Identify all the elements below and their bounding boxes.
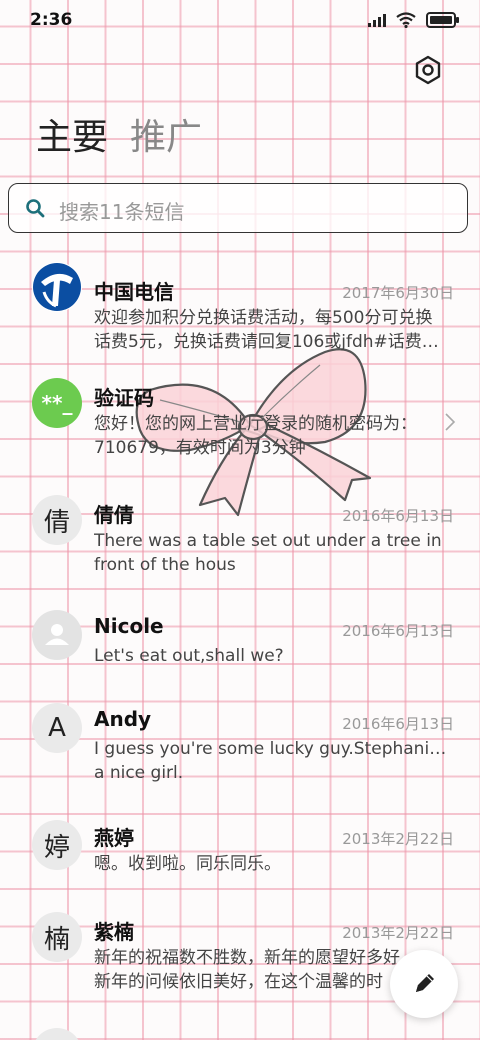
tab-promotions[interactable]: 推广 bbox=[130, 108, 202, 160]
wifi-icon bbox=[396, 12, 416, 28]
list-item[interactable] bbox=[0, 1028, 480, 1040]
signal-icon bbox=[368, 13, 386, 27]
status-icons bbox=[368, 12, 459, 28]
avatar: A bbox=[32, 703, 82, 753]
contact-name: 倩倩 bbox=[94, 503, 134, 527]
search-placeholder: 搜索11条短信 bbox=[59, 200, 185, 224]
message-preview: 欢迎参加积分兑换话费活动，每500分可兑换 话费5元，兑换话费请回复106或jf… bbox=[94, 308, 439, 352]
message-preview: There was a table set out under a tree i… bbox=[94, 531, 442, 575]
list-item[interactable]: **_ 验证码 您好！您的网上营业厅登录的随机密码为： 710679，有效时间为… bbox=[0, 378, 480, 468]
tab-bar: 主要 推广 bbox=[36, 108, 202, 160]
contact-name: Andy bbox=[94, 707, 152, 731]
list-item[interactable]: 倩 倩倩 2016年6月13日 There was a table set ou… bbox=[0, 495, 480, 585]
compose-button[interactable] bbox=[390, 950, 458, 1018]
message-date: 2013年2月22日 bbox=[342, 830, 454, 848]
list-item[interactable]: Nicole 2016年6月13日 Let's eat out,shall we… bbox=[0, 610, 480, 680]
verification-code-icon: **_ bbox=[32, 378, 82, 428]
message-date: 2017年6月30日 bbox=[342, 284, 454, 302]
chevron-right-icon[interactable] bbox=[444, 412, 456, 432]
china-telecom-logo-icon bbox=[32, 262, 82, 312]
settings-button[interactable] bbox=[412, 54, 444, 86]
contact-name: 中国电信 bbox=[94, 280, 174, 304]
message-date: 2013年2月22日 bbox=[342, 924, 454, 942]
avatar: 婷 bbox=[32, 820, 82, 870]
list-item[interactable]: 婷 燕婷 2013年2月22日 嗯。收到啦。同乐同乐。 bbox=[0, 820, 480, 890]
list-item[interactable]: 中国电信 2017年6月30日 欢迎参加积分兑换话费活动，每500分可兑换 话费… bbox=[0, 262, 480, 352]
message-preview: 您好！您的网上营业厅登录的随机密码为： 710679，有效时间为3分钟 bbox=[94, 414, 417, 458]
search-input[interactable]: 搜索11条短信 bbox=[8, 183, 468, 233]
message-date: 2016年6月13日 bbox=[342, 715, 454, 733]
contact-name: Nicole bbox=[94, 614, 164, 638]
person-icon bbox=[32, 610, 82, 660]
avatar: 楠 bbox=[32, 912, 82, 962]
contact-name: 紫楠 bbox=[94, 920, 134, 944]
message-preview: 新年的祝福数不胜数，新年的愿望好多好 新年的问候依旧美好，在这个温馨的时 bbox=[94, 948, 400, 992]
avatar bbox=[32, 1028, 82, 1040]
tab-primary[interactable]: 主要 bbox=[36, 108, 108, 160]
message-preview: I guess you're some lucky guy.Stephanie … bbox=[94, 739, 450, 783]
battery-icon bbox=[426, 12, 459, 28]
status-bar: 2:36 bbox=[0, 0, 480, 40]
status-time: 2:36 bbox=[30, 10, 73, 30]
list-item[interactable]: A Andy 2016年6月13日 I guess you're some lu… bbox=[0, 703, 480, 793]
contact-name: 燕婷 bbox=[94, 826, 134, 850]
search-icon bbox=[26, 199, 45, 218]
message-date: 2016年6月13日 bbox=[342, 507, 454, 525]
message-preview: Let's eat out,shall we? bbox=[94, 646, 284, 666]
pencil-icon bbox=[416, 974, 434, 992]
contact-name: 验证码 bbox=[94, 386, 154, 410]
message-preview: 嗯。收到啦。同乐同乐。 bbox=[94, 854, 281, 874]
avatar: 倩 bbox=[32, 495, 82, 545]
message-date: 2016年6月13日 bbox=[342, 622, 454, 640]
gear-icon bbox=[415, 55, 441, 85]
